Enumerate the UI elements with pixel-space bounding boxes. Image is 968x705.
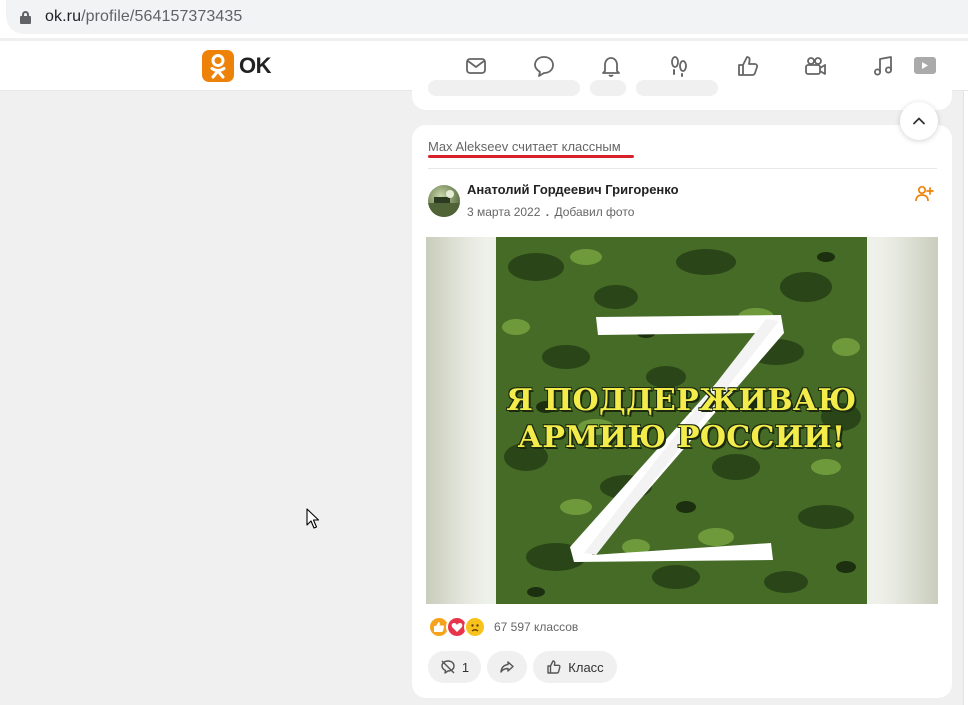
- url-field[interactable]: ok.ru/profile/564157373435: [6, 0, 968, 34]
- chat-icon[interactable]: [531, 53, 557, 79]
- lock-icon[interactable]: [20, 10, 31, 24]
- url-domain: ok.ru: [45, 8, 82, 25]
- ok-logo-icon: [202, 50, 234, 82]
- ok-logo-text: OK: [239, 53, 272, 78]
- mail-icon[interactable]: [463, 53, 489, 79]
- share-button[interactable]: [487, 651, 527, 683]
- image-text-line1: Я ПОДДЕРЖИВАЮ: [506, 383, 857, 418]
- like-label: Класс: [568, 659, 604, 675]
- like-button[interactable]: Класс: [533, 651, 617, 683]
- music-note-icon[interactable]: [870, 53, 896, 79]
- red-underline-annotation: [428, 155, 634, 158]
- post-photo[interactable]: Я ПОДДЕРЖИВАЮ АРМИЮ РОССИИ!: [426, 237, 938, 604]
- add-friend-icon[interactable]: [914, 184, 934, 204]
- comment-icon: [441, 660, 455, 674]
- reactions-summary[interactable]: 67 597 классов: [428, 616, 578, 638]
- previous-post-button[interactable]: [636, 80, 718, 96]
- footprints-icon[interactable]: [666, 53, 692, 79]
- video-camera-icon[interactable]: [802, 53, 828, 79]
- comments-count: 1: [461, 659, 470, 675]
- meta-separator: .: [545, 205, 550, 219]
- comments-button[interactable]: 1: [428, 651, 481, 683]
- thumb-up-icon: [547, 660, 561, 674]
- sad-reaction-icon: [464, 616, 486, 638]
- video-play-icon[interactable]: [911, 53, 937, 79]
- url-text[interactable]: ok.ru/profile/564157373435: [45, 8, 242, 26]
- scroll-to-top-button[interactable]: [900, 102, 938, 140]
- url-path: /profile/564157373435: [81, 8, 243, 25]
- right-sidebar-edge: [963, 91, 968, 705]
- liked-by-text[interactable]: Max Alekseev считает классным: [428, 139, 621, 154]
- author-avatar[interactable]: [428, 185, 460, 217]
- reactions-count[interactable]: 67 597 классов: [494, 620, 578, 634]
- post-meta: 3 марта 2022 . Добавил фото: [467, 205, 634, 219]
- browser-address-bar: ok.ru/profile/564157373435: [0, 0, 968, 38]
- previous-post-button[interactable]: [590, 80, 626, 96]
- author-name[interactable]: Анатолий Гордеевич Григоренко: [467, 182, 679, 197]
- camouflage-image: Я ПОДДЕРЖИВАЮ АРМИЮ РОССИИ!: [496, 237, 867, 604]
- mouse-cursor-icon: [306, 508, 320, 530]
- share-icon: [500, 661, 514, 673]
- chevron-up-icon: [913, 117, 925, 125]
- post-action: Добавил фото: [554, 205, 635, 219]
- image-text-line2: АРМИЮ РОССИИ!: [517, 420, 846, 455]
- previous-post-button[interactable]: [428, 80, 580, 96]
- post-date[interactable]: 3 марта 2022: [467, 205, 540, 219]
- bell-icon[interactable]: [598, 53, 624, 79]
- feed-post-card: Max Alekseev считает классным Анатолий Г…: [412, 125, 952, 698]
- ok-logo[interactable]: OK: [202, 50, 272, 82]
- divider: [428, 168, 937, 169]
- thumb-up-icon[interactable]: [735, 53, 761, 79]
